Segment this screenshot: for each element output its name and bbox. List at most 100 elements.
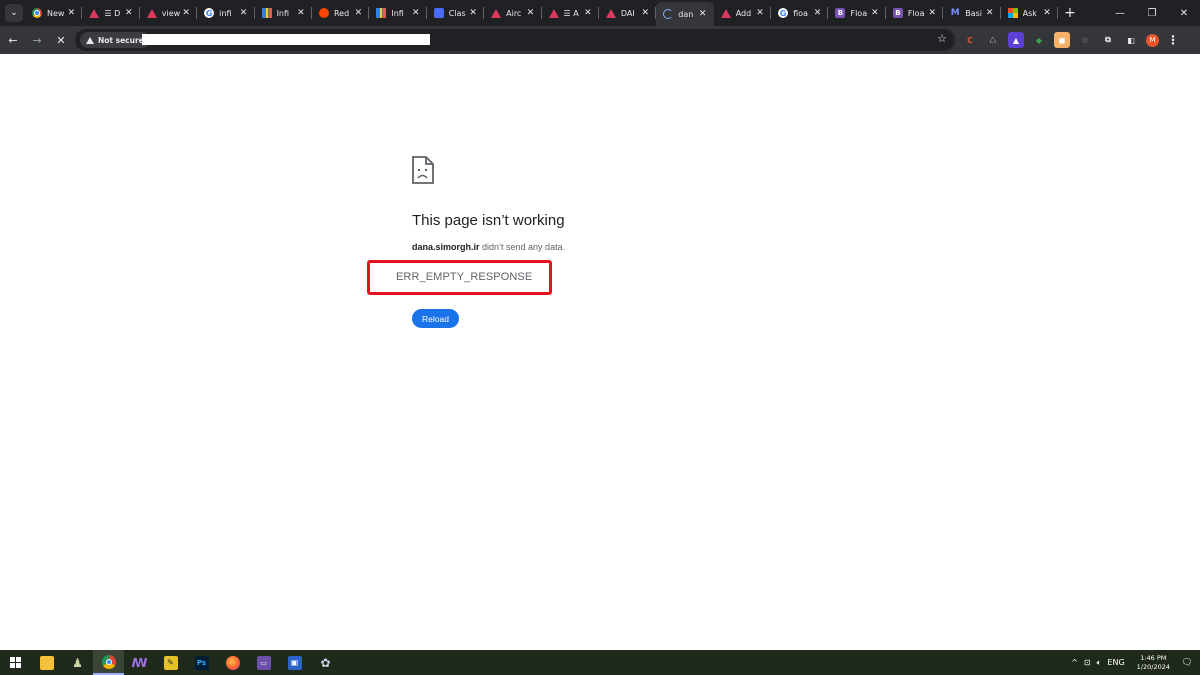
taskbar-firefox[interactable] [217, 650, 248, 675]
language-indicator[interactable]: ENG [1107, 658, 1124, 667]
tab-label: Floa [907, 8, 925, 18]
extensions-area: C ♺ ▲ ◆ ◼ ⚙ ⧉ ◧ M ⋮ [962, 26, 1179, 54]
photoshop-icon: Ps [194, 655, 209, 670]
url-redaction-bar [142, 34, 430, 45]
security-chip[interactable]: Not secure [80, 32, 150, 48]
tab-search-chevron-down-icon[interactable]: ⌄ [5, 4, 23, 22]
tab-17[interactable]: Ask ✕ [1001, 0, 1059, 26]
loading-spinner-icon [663, 9, 674, 19]
network-icon[interactable]: ⊡ [1084, 658, 1091, 667]
tab-close-icon[interactable]: ✕ [525, 8, 537, 18]
tab-close-icon[interactable]: ✕ [180, 8, 192, 18]
tab-close-icon[interactable]: ✕ [410, 8, 422, 18]
tab-close-icon[interactable]: ✕ [582, 8, 594, 18]
tab-close-icon[interactable]: ✕ [1041, 8, 1053, 18]
tab-6[interactable]: Infi ✕ [369, 0, 428, 26]
chevron-up-icon[interactable]: ^ [1071, 658, 1078, 667]
tab-close-icon[interactable]: ✕ [754, 8, 766, 18]
tab-label: dan [678, 9, 694, 19]
extension-purple-icon[interactable]: ▲ [1008, 32, 1024, 48]
tab-list: New ✕ ☰ D ✕ view ✕ Ginfi ✕ Infi ✕ Red ✕ Infi ✕ Clas ✕ Ai… [25, 0, 1059, 26]
firefox-icon [225, 655, 240, 670]
reddit-icon [318, 8, 329, 18]
stop-loading-x-icon[interactable]: ✕ [50, 29, 72, 51]
start-button[interactable] [0, 650, 31, 675]
extension-green-icon[interactable]: ◆ [1031, 32, 1047, 48]
taskbar-app-purple[interactable]: ▭ [248, 650, 279, 675]
page-content: This page isn’t working dana.simorgh.ir … [0, 54, 1200, 650]
taskbar-app-paint[interactable]: ✿ [310, 650, 341, 675]
tab-close-icon[interactable]: ✕ [467, 8, 479, 18]
tab-11[interactable]: dan ✕ [656, 2, 714, 26]
volume-icon[interactable]: 🔈︎ [1097, 658, 1102, 668]
tab-label: Clas [448, 8, 466, 18]
tab-4[interactable]: Infi ✕ [255, 0, 313, 26]
tab-close-icon[interactable]: ✕ [352, 8, 364, 18]
forward-arrow-icon[interactable]: → [26, 29, 48, 51]
bootstrap-icon: B [835, 8, 846, 18]
tab-8[interactable]: Airc ✕ [484, 0, 542, 26]
triangle-logo-icon [548, 8, 559, 18]
tab-1[interactable]: ☰ D ✕ [82, 0, 141, 26]
tab-close-icon[interactable]: ✕ [926, 8, 938, 18]
tab-close-icon[interactable]: ✕ [984, 8, 996, 18]
browser-toolbar: ← → ✕ Not secure ☆ C ♺ ▲ ◆ ◼ ⚙ ⧉ ◧ M ⋮ [0, 26, 1200, 54]
tab-close-icon[interactable]: ✕ [697, 9, 709, 19]
taskbar-app-network[interactable]: ▣ [279, 650, 310, 675]
sticky-app-icon: ✎ [163, 655, 178, 670]
clock[interactable]: 1:46 PM 1/20/2024 [1137, 654, 1170, 672]
address-bar[interactable]: Not secure ☆ [75, 29, 955, 51]
tab-close-icon[interactable]: ✕ [65, 8, 77, 18]
tab-label: Infi [391, 8, 404, 18]
taskbar-app-person[interactable]: ♟ [62, 650, 93, 675]
extensions-puzzle-icon[interactable]: ⧉ [1100, 32, 1116, 48]
taskbar-visual-studio[interactable]: ꟿ [124, 650, 155, 675]
grid-logo-icon [433, 8, 444, 18]
tab-close-icon[interactable]: ✕ [295, 8, 307, 18]
system-tray: ^ ⊡ 🔈︎ ENG 1:46 PM 1/20/2024 🗨︎ [1071, 650, 1200, 675]
tab-16[interactable]: M Basi ✕ [943, 0, 1002, 26]
extension-recycle-icon[interactable]: ♺ [985, 32, 1001, 48]
tab-label: New [47, 8, 65, 18]
tab-close-icon[interactable]: ✕ [123, 8, 135, 18]
chrome-icon [101, 654, 116, 669]
tab-15[interactable]: B Floa ✕ [886, 0, 944, 26]
extension-c-icon[interactable]: C [962, 32, 978, 48]
extension-gear-icon[interactable]: ⚙ [1077, 32, 1093, 48]
tab-label: ☰ A [563, 8, 579, 18]
side-panel-icon[interactable]: ◧ [1123, 32, 1139, 48]
taskbar-photoshop[interactable]: Ps [186, 650, 217, 675]
profile-avatar[interactable]: M [1146, 33, 1159, 47]
tab-5[interactable]: Red ✕ [312, 0, 370, 26]
reload-button[interactable]: Reload [412, 309, 459, 328]
tab-9[interactable]: ☰ A ✕ [542, 0, 600, 26]
back-arrow-icon[interactable]: ← [2, 29, 24, 51]
tab-7[interactable]: Clas ✕ [427, 0, 485, 26]
bars-logo-icon [261, 8, 272, 18]
taskbar-app-yellow[interactable]: ✎ [155, 650, 186, 675]
new-tab-plus-icon[interactable]: + [1060, 3, 1080, 23]
tab-10[interactable]: DAI ✕ [599, 0, 657, 26]
security-label: Not secure [98, 35, 144, 45]
taskbar-file-explorer[interactable] [31, 650, 62, 675]
tab-13[interactable]: Gfloa ✕ [771, 0, 829, 26]
tab-0[interactable]: New ✕ [25, 0, 83, 26]
bookmark-star-icon[interactable]: ☆ [937, 32, 947, 45]
tab-12[interactable]: Add ✕ [714, 0, 772, 26]
tab-close-icon[interactable]: ✕ [238, 8, 250, 18]
tab-close-icon[interactable]: ✕ [639, 8, 651, 18]
tab-2[interactable]: view ✕ [140, 0, 198, 26]
taskbar-chrome[interactable] [93, 650, 124, 675]
tab-close-icon[interactable]: ✕ [811, 8, 823, 18]
tab-close-icon[interactable]: ✕ [869, 8, 881, 18]
tab-strip: ⌄ New ✕ ☰ D ✕ view ✕ Ginfi ✕ Infi ✕ Red ✕ Infi ✕ Clas ✕… [0, 0, 1200, 26]
restore-icon[interactable]: ❐ [1136, 0, 1168, 26]
tab-14[interactable]: B Floa ✕ [828, 0, 887, 26]
minimize-icon[interactable]: — [1104, 0, 1136, 26]
bars-logo-icon [376, 8, 387, 18]
extension-orange-icon[interactable]: ◼ [1054, 32, 1070, 48]
notification-icon[interactable]: 🗨︎ [1178, 650, 1196, 675]
more-menu-icon[interactable]: ⋮ [1167, 33, 1179, 47]
close-window-icon[interactable]: ✕ [1168, 0, 1200, 26]
tab-3[interactable]: Ginfi ✕ [197, 0, 255, 26]
